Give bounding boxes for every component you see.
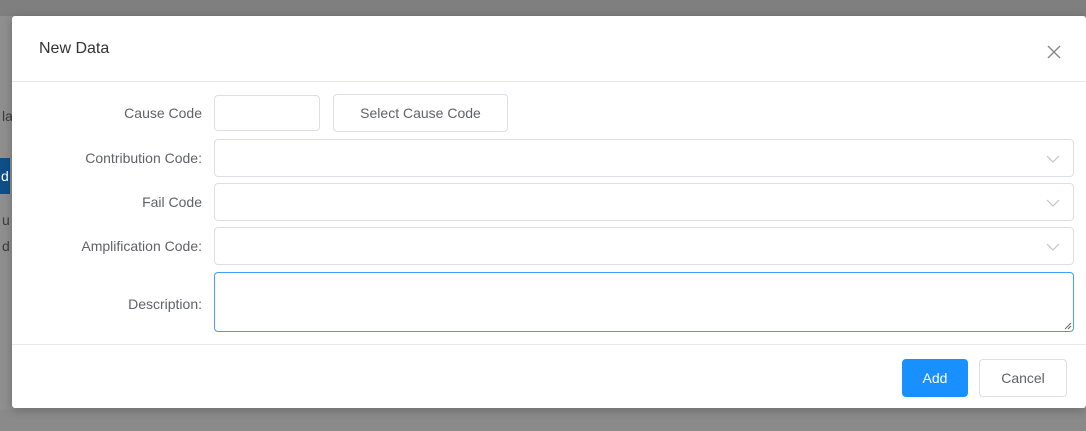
cause-code-input[interactable] [214,95,320,131]
cause-code-row: Cause Code Select Cause Code [12,94,1086,134]
background-page-top [0,0,1086,16]
select-cause-code-button[interactable]: Select Cause Code [333,94,508,132]
background-text-fragment: la [2,108,12,124]
dialog-header: New Data [12,16,1086,82]
description-label: Description: [128,296,202,312]
add-button[interactable]: Add [902,359,968,397]
contribution-code-row: Contribution Code: [12,138,1086,178]
amplification-code-label: Amplification Code: [81,238,202,254]
fail-code-label: Fail Code [142,194,202,210]
background-text-fragment: d [2,238,10,254]
background-button-fragment: d [0,158,10,194]
amplification-code-select[interactable] [214,227,1074,265]
description-textarea[interactable] [214,272,1074,332]
close-button[interactable] [1042,40,1066,64]
contribution-code-label: Contribution Code: [85,150,202,166]
fail-code-row: Fail Code [12,182,1086,222]
background-page-bottom [0,410,1086,431]
fail-code-select[interactable] [214,183,1074,221]
chevron-down-icon [1046,155,1060,163]
amplification-code-row: Amplification Code: [12,226,1086,266]
background-text-fragment: u [2,212,10,228]
background-text-fragment: d [1,168,9,184]
dialog-title: New Data [39,40,110,57]
resize-grip-icon[interactable] [1064,322,1072,330]
cause-code-label: Cause Code [124,105,202,121]
background-page-left: la d u d [0,16,12,410]
chevron-down-icon [1046,243,1060,251]
close-icon [1047,45,1061,59]
cancel-button[interactable]: Cancel [979,359,1067,397]
dialog-footer: Add Cancel [12,344,1086,409]
chevron-down-icon [1046,199,1060,207]
contribution-code-select[interactable] [214,139,1074,177]
new-data-dialog: New Data Cause Code Select Cause Code Co… [12,16,1086,408]
